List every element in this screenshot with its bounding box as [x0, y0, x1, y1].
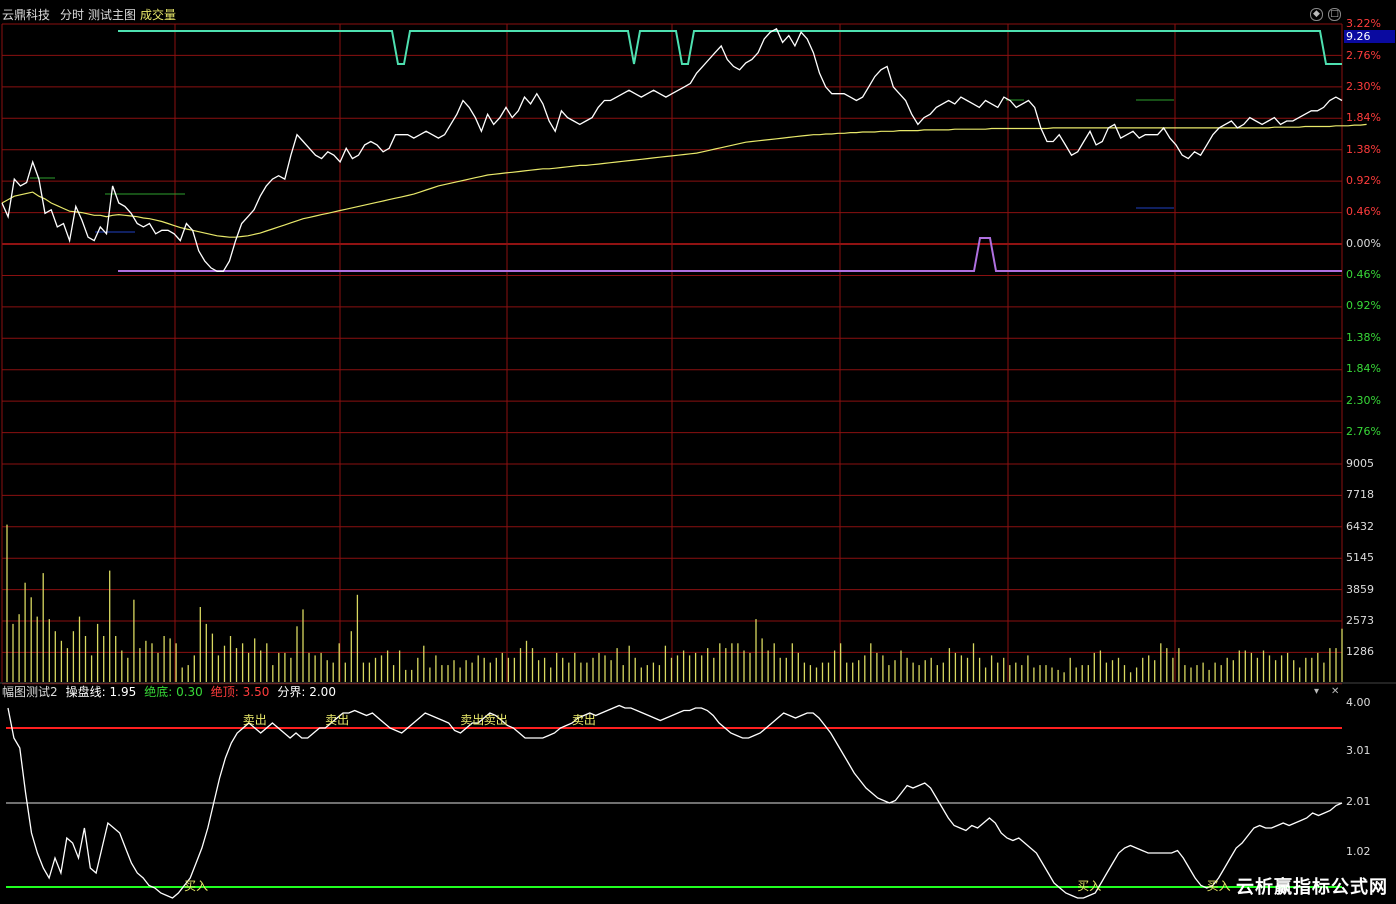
volume-axis-label-2: 7718: [1346, 488, 1374, 501]
stock-name[interactable]: 云鼎科技: [2, 6, 50, 23]
buy-signal-label: 买入: [1207, 879, 1231, 893]
current-price-tag: 9.26: [1344, 30, 1395, 43]
buy-signal-label: 买入: [1077, 879, 1101, 893]
absolute-bottom-value: 绝底: 0.30: [144, 684, 203, 699]
chart-canvas: 卖出 卖出 卖出 卖出 卖出买入 买入 买入: [0, 0, 1396, 904]
sub-axis-label-1: 4.00: [1346, 696, 1371, 709]
price-axis-label-up-2: 2.76%: [1346, 49, 1381, 62]
divider-value: 分界: 2.00: [277, 684, 336, 699]
dropdown-icon[interactable]: ▾: [1314, 686, 1319, 697]
volume-label[interactable]: 成交量: [140, 6, 176, 23]
price-axis-label-down-2: 0.92%: [1346, 299, 1381, 312]
sell-signal-label: 卖出: [572, 713, 596, 727]
sell-signal-label: 卖出: [325, 713, 349, 727]
sub-axis-label-3: 2.01: [1346, 795, 1371, 808]
price-axis-label-up-5: 1.38%: [1346, 143, 1381, 156]
volume-axis-label-5: 3859: [1346, 583, 1374, 596]
price-axis-label-down-5: 2.30%: [1346, 394, 1381, 407]
watermark: 云析赢指标公式网: [1236, 877, 1388, 898]
volume-axis-label-1: 9005: [1346, 457, 1374, 470]
price-axis-label-up-7: 0.46%: [1346, 205, 1381, 218]
price-axis-label-down-6: 2.76%: [1346, 425, 1381, 438]
close-icon[interactable]: ✕: [1331, 686, 1339, 697]
volume-axis-label-4: 5145: [1346, 551, 1374, 564]
price-axis-label-down-1: 0.46%: [1346, 268, 1381, 281]
price-axis-label-up-4: 1.84%: [1346, 111, 1381, 124]
buy-signal-label: 买入: [184, 879, 208, 893]
sell-signal-label: 卖出: [243, 713, 267, 727]
price-axis-label-up-3: 2.30%: [1346, 80, 1381, 93]
mode-label[interactable]: 分时: [60, 6, 84, 23]
operating-line-value: 操盘线: 1.95: [65, 684, 137, 699]
volume-axis-label-7: 1286: [1346, 645, 1374, 658]
indicator-label[interactable]: 测试主图: [88, 6, 136, 23]
chart-header: 云鼎科技 分时 测试主图 成交量: [0, 0, 1344, 28]
volume-axis-label-6: 2573: [1346, 614, 1374, 627]
sell-signal-label: 卖出: [460, 713, 484, 727]
price-axis-zero-label: 0.00%: [1346, 237, 1381, 250]
sub-panel-header: 幅图测试2 操盘线: 1.95 绝底: 0.30 绝顶: 3.50 分界: 2.…: [0, 683, 336, 699]
price-axis-label-down-4: 1.84%: [1346, 362, 1381, 375]
volume-axis-label-3: 6432: [1346, 520, 1374, 533]
price-axis-top-label: 3.22%: [1346, 17, 1381, 30]
sub-axis-label-2: 3.01: [1346, 744, 1371, 757]
absolute-top-value: 绝顶: 3.50: [210, 684, 270, 699]
maximize-icon[interactable]: □: [1328, 8, 1341, 21]
settings-icon[interactable]: ◆: [1310, 8, 1323, 21]
sub-panel-name[interactable]: 幅图测试2: [2, 683, 58, 700]
price-axis-label-down-3: 1.38%: [1346, 331, 1381, 344]
sell-signal-label: 卖出: [484, 713, 508, 727]
sub-axis-label-4: 1.02: [1346, 845, 1371, 858]
price-axis-label-up-6: 0.92%: [1346, 174, 1381, 187]
